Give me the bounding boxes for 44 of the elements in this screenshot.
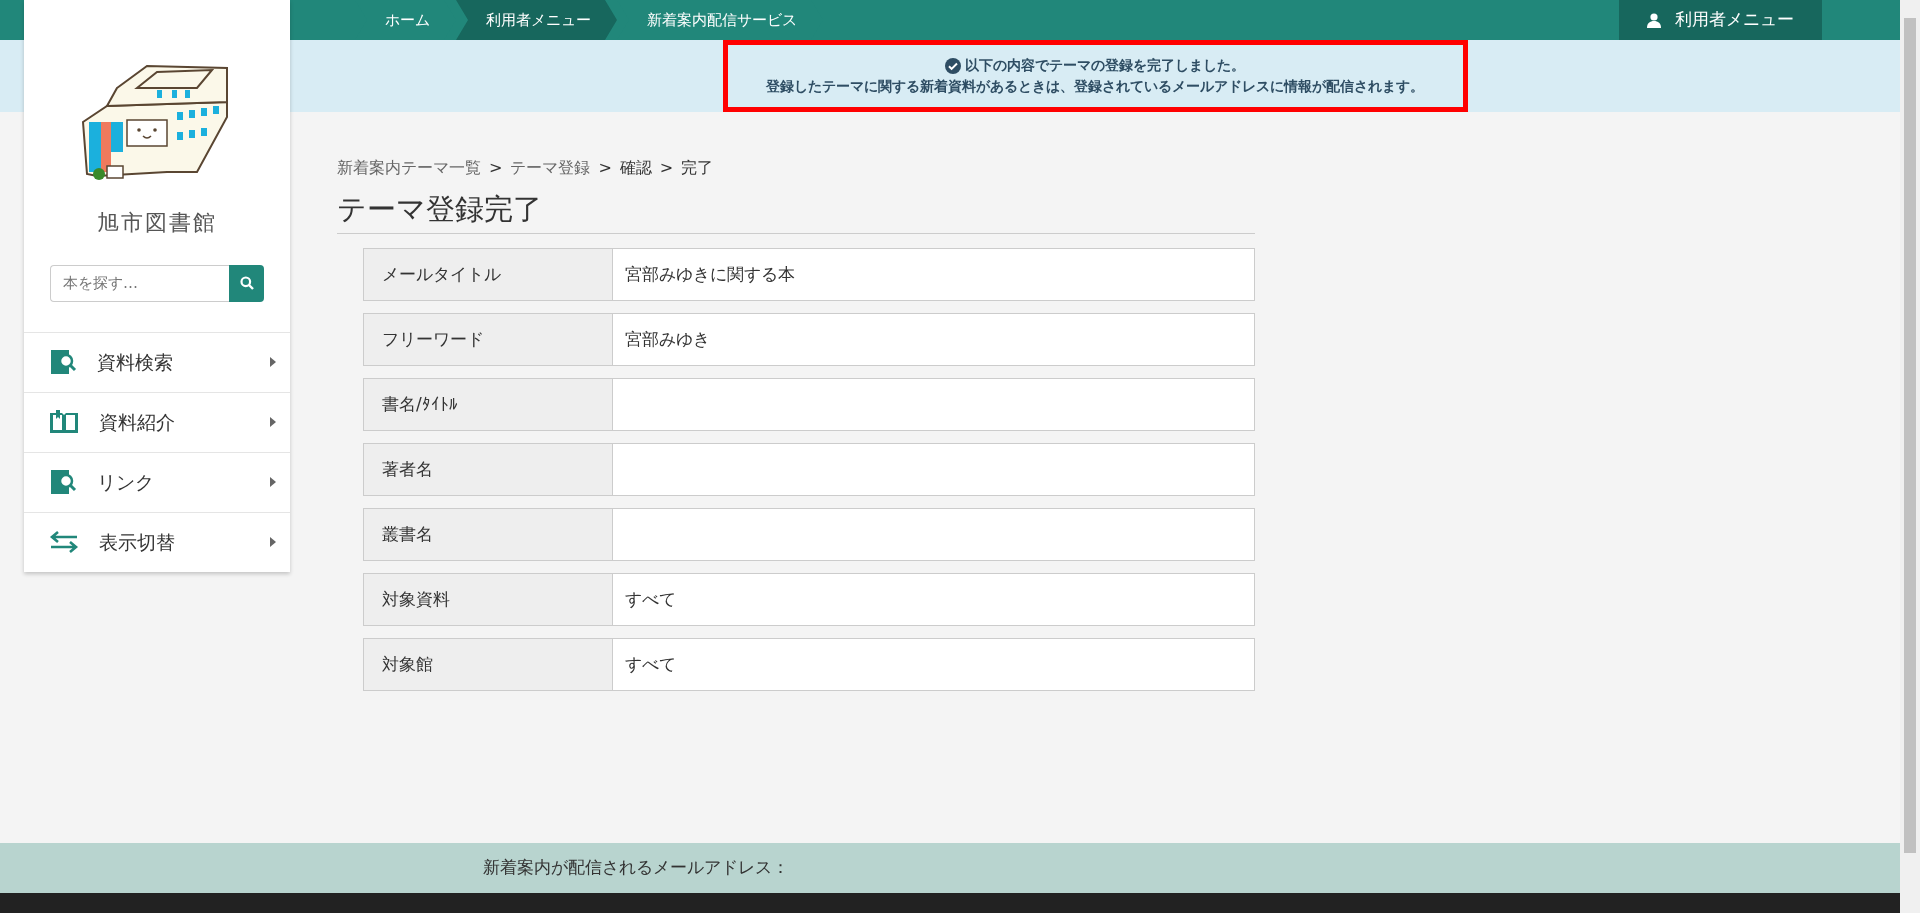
sidebar-menu-item[interactable]: 表示切替 [24, 511, 290, 572]
library-name: 旭市図書館 [96, 209, 218, 237]
breadcrumb-separator: > [489, 157, 503, 179]
field-label: フリーワード [364, 313, 613, 365]
footer-text: 新着案内が配信されるメールアドレス： [483, 856, 789, 880]
breadcrumb-link[interactable]: 新着案内テーマ一覧 [337, 156, 481, 180]
sidebar-menu-item[interactable]: 資料検索 [24, 331, 290, 392]
scrollbar[interactable] [1900, 0, 1920, 913]
breadcrumb-link[interactable]: テーマ登録 [510, 156, 591, 180]
page-heading: テーマ登録完了 [337, 192, 1255, 234]
breadcrumb-separator: > [598, 157, 612, 179]
field-label: 著者名 [364, 443, 613, 495]
field-label: 書名/ﾀｲﾄﾙ [364, 378, 613, 430]
open-book-icon [49, 410, 79, 434]
field-label: 叢書名 [364, 508, 613, 560]
breadcrumb-text: 確認 [619, 157, 652, 179]
caret-icon [270, 537, 276, 547]
caret-icon [270, 357, 276, 367]
caret-icon [270, 417, 276, 427]
search-field[interactable]: 本を探す… [50, 265, 229, 302]
field-label: メールタイトル [364, 248, 613, 300]
document-search-icon [49, 469, 77, 495]
field-value: すべて [624, 652, 677, 676]
notice-text: 以下の内容でテーマの登録を完了しました。 [965, 56, 1245, 75]
field-value: 宮部みゆき [624, 327, 711, 351]
field-value: 宮部みゆきに関する本 [624, 262, 796, 286]
nav-breadcrumb-link[interactable]: 利用者メニュー [456, 0, 617, 40]
notice-text: 登録したテーマに関する新着資料があるときは、登録されているメールアドレスに情報が配信されます。 [766, 77, 1424, 96]
search-icon [239, 276, 254, 291]
breadcrumb-text: 完了 [681, 157, 714, 179]
field-label: 対象資料 [364, 573, 613, 625]
breadcrumb-separator: > [659, 157, 674, 179]
sidebar-menu-item[interactable]: リンク [24, 451, 290, 512]
field-label: 対象館 [364, 638, 613, 690]
sidebar-menu-item[interactable]: 資料紹介 [24, 391, 290, 452]
person-icon [1647, 12, 1661, 28]
caret-icon [270, 477, 276, 487]
field-value: すべて [624, 587, 677, 611]
search-button[interactable] [229, 265, 264, 302]
check-circle-icon [945, 57, 961, 74]
scrollbar-thumb[interactable] [1904, 18, 1916, 853]
swap-arrows-icon [49, 531, 79, 553]
user-menu-button[interactable]: 利用者メニュー [1619, 0, 1822, 40]
document-search-icon [49, 349, 77, 375]
